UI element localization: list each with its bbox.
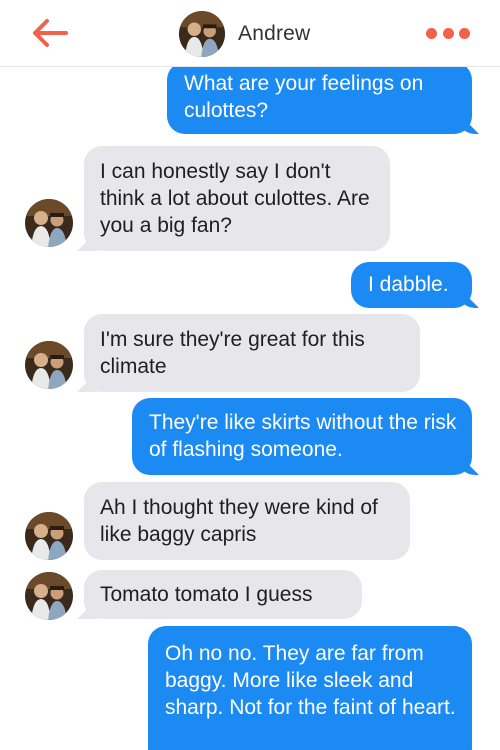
message-text: They're like skirts without the risk of … — [149, 411, 457, 461]
message-text: Ah I thought they were kind of like bagg… — [100, 496, 378, 546]
message-text: I can honestly say I don't think a lot a… — [100, 160, 370, 237]
message-text: Oh no no. They are far from baggy. More … — [165, 642, 456, 719]
message-outgoing[interactable]: They're like skirts without the risk of … — [132, 398, 472, 475]
message-outgoing[interactable]: Oh no no. They are far from baggy. More … — [148, 626, 472, 750]
message-incoming[interactable]: I'm sure they're great for this climate — [84, 314, 420, 392]
message-text: I'm sure they're great for this climate — [100, 328, 365, 378]
contact-name: Andrew — [238, 22, 311, 45]
avatar — [25, 572, 73, 620]
avatar — [178, 10, 226, 58]
ellipsis-icon — [426, 27, 437, 39]
message-text: I dabble. — [368, 273, 449, 296]
avatar — [25, 341, 73, 389]
message-incoming[interactable]: Ah I thought they were kind of like bagg… — [84, 482, 410, 560]
message-outgoing[interactable]: I dabble. — [351, 262, 472, 308]
chat-screen: Andrew What are your feelings on culotte… — [0, 0, 500, 750]
avatar — [25, 512, 73, 560]
message-incoming[interactable]: Tomato tomato I guess — [84, 570, 362, 619]
back-button[interactable] — [30, 16, 70, 50]
message-incoming[interactable]: I can honestly say I don't think a lot a… — [84, 146, 390, 251]
message-outgoing[interactable]: What are your feelings on culottes? — [167, 62, 472, 134]
more-options-button[interactable] — [426, 22, 470, 44]
arrow-left-icon — [33, 19, 68, 47]
contact-info[interactable]: Andrew — [178, 9, 310, 59]
message-text: Tomato tomato I guess — [100, 583, 313, 606]
message-text: What are your feelings on culottes? — [184, 72, 424, 122]
chat-header: Andrew — [0, 0, 500, 67]
avatar — [25, 199, 73, 247]
